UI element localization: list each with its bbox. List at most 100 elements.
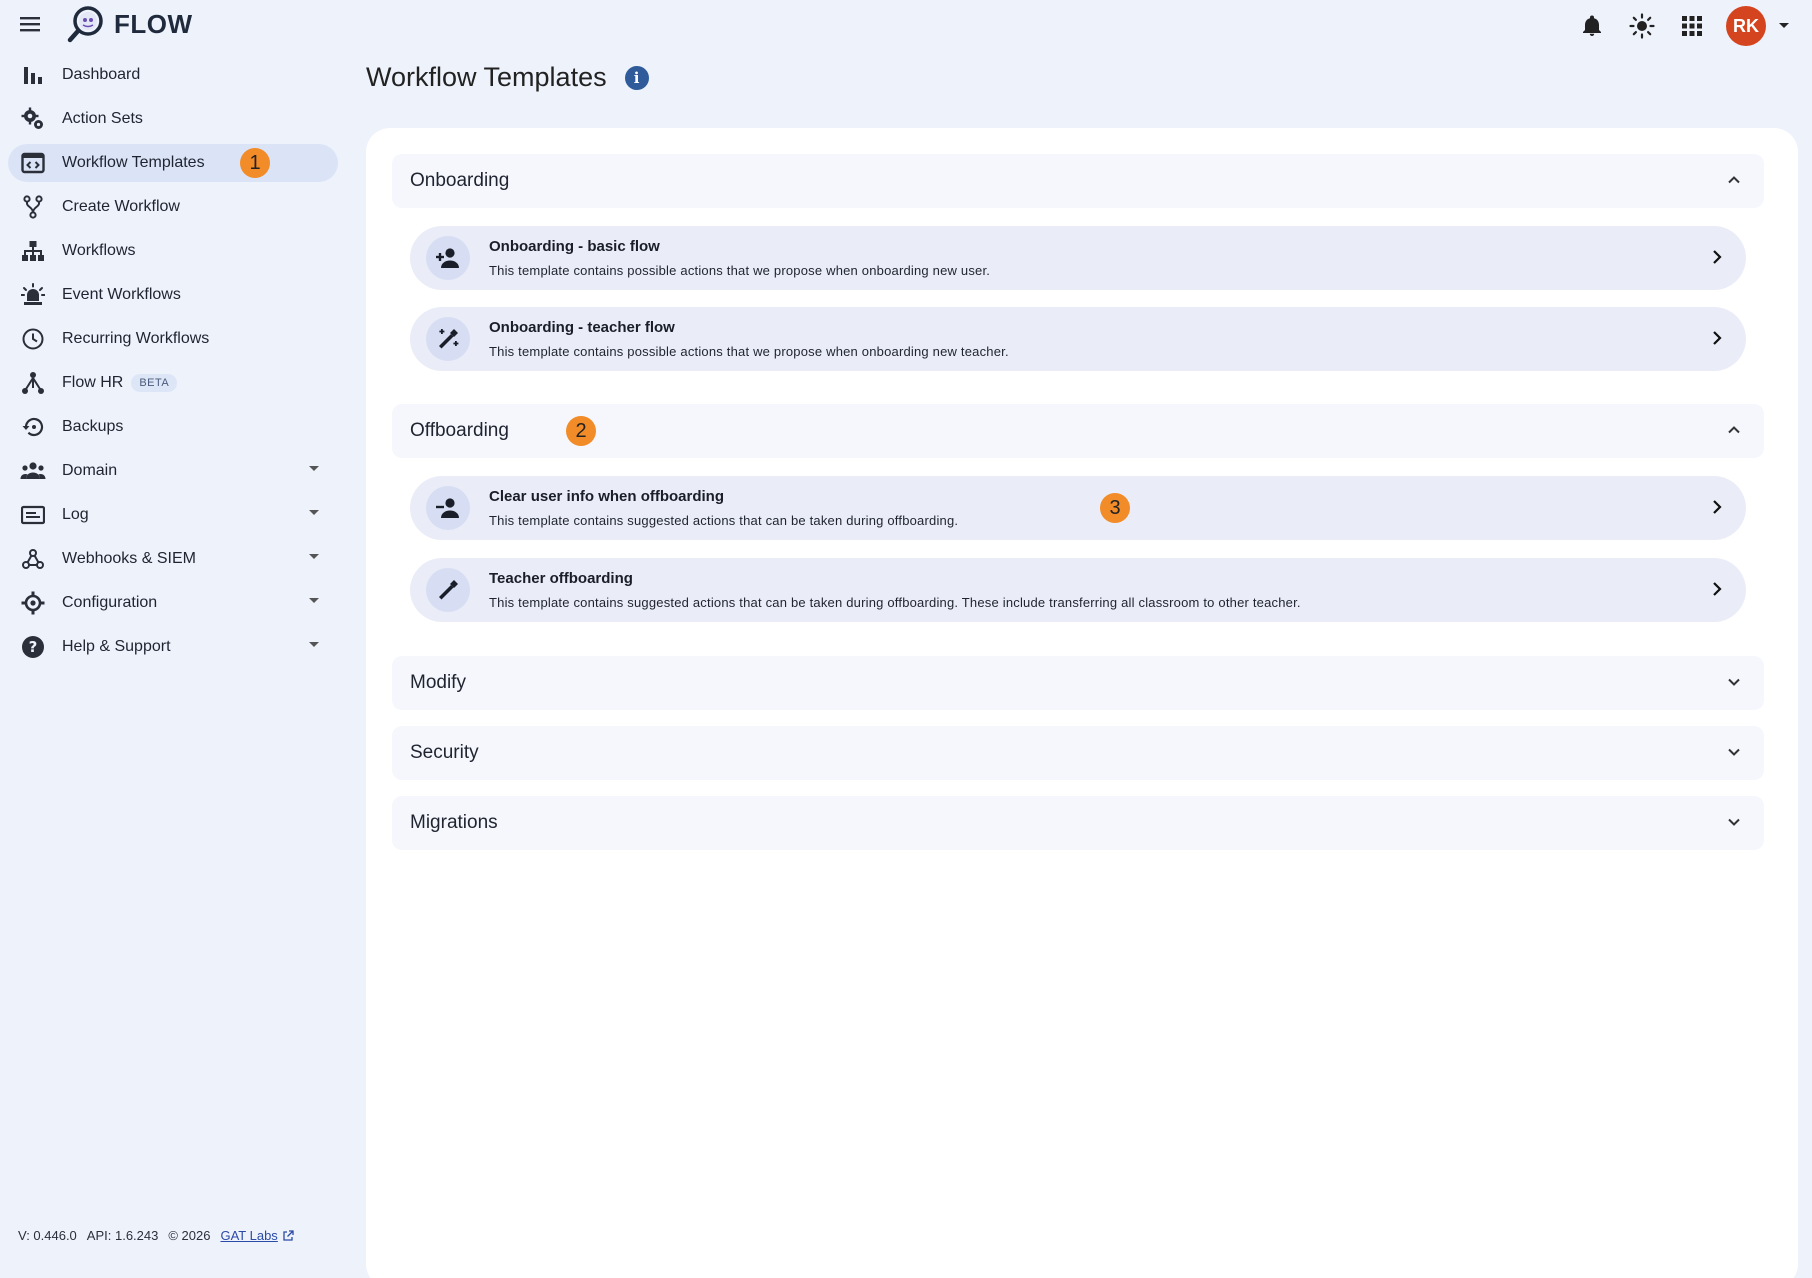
info-icon[interactable]: i — [624, 65, 649, 90]
clock-icon — [20, 326, 46, 352]
flow-logo-icon — [67, 6, 103, 43]
sidebar-item-label: Action Sets — [62, 110, 143, 127]
magic-wand-icon — [426, 317, 470, 361]
section-title: Security — [410, 742, 479, 763]
sidebar-item-workflow-templates[interactable]: Workflow Templates 1 — [8, 144, 338, 182]
section-security: Security — [392, 726, 1764, 780]
section-offboarding: Offboarding 2 Clear user info when offbo… — [392, 404, 1764, 622]
template-description: This template contains possible actions … — [489, 344, 1009, 359]
sidebar-item-label: Flow HR — [62, 374, 124, 391]
section-header-onboarding[interactable]: Onboarding — [392, 154, 1764, 208]
person-add-icon — [426, 236, 470, 280]
log-card-icon — [20, 502, 46, 528]
group-users-icon — [20, 458, 46, 484]
top-bar: FLOW RK — [0, 0, 1812, 48]
sidebar-item-label: Webhooks & SIEM — [62, 550, 196, 567]
section-header-migrations[interactable]: Migrations — [392, 796, 1764, 850]
sidebar-item-label: Event Workflows — [62, 286, 181, 303]
expand-caret-icon — [309, 554, 319, 559]
chevron-right-icon — [1713, 582, 1722, 596]
external-link-icon — [283, 1229, 294, 1241]
section-title: Offboarding — [410, 420, 509, 441]
sidebar-item-label: Backups — [62, 418, 124, 435]
theme-toggle-sun-icon[interactable] — [1626, 10, 1658, 42]
sidebar-item-dashboard[interactable]: Dashboard — [8, 56, 338, 94]
svg-text:?: ? — [29, 638, 38, 656]
sidebar-nav: Dashboard Action Sets Workflow Templates… — [0, 56, 346, 672]
sidebar-item-event-workflows[interactable]: Event Workflows — [8, 276, 338, 314]
section-title: Onboarding — [410, 170, 510, 191]
page-title: Workflow Templates — [366, 62, 607, 92]
step-badge: 2 — [566, 416, 596, 446]
chevron-right-icon — [1713, 250, 1722, 264]
company-link[interactable]: GAT Labs — [220, 1228, 294, 1243]
chevron-down-icon — [1728, 678, 1740, 686]
sidebar-item-label: Workflow Templates — [62, 154, 205, 171]
sidebar-item-domain[interactable]: Domain — [8, 452, 338, 490]
sidebar-item-action-sets[interactable]: Action Sets — [8, 100, 338, 138]
sidebar-item-label: Recurring Workflows — [62, 330, 210, 347]
help-circle-icon: ? — [20, 634, 46, 660]
notifications-bell-icon[interactable] — [1576, 10, 1608, 42]
template-onboarding-basic[interactable]: Onboarding - basic flow This template co… — [410, 226, 1746, 290]
fork-icon — [20, 194, 46, 220]
sidebar-item-label: Create Workflow — [62, 198, 180, 215]
template-description: This template contains possible actions … — [489, 263, 991, 278]
user-avatar[interactable]: RK — [1726, 6, 1766, 46]
sidebar-item-label: Domain — [62, 462, 118, 479]
section-header-security[interactable]: Security — [392, 726, 1764, 780]
bar-chart-icon — [20, 62, 46, 88]
section-title: Modify — [410, 672, 466, 693]
sidebar-item-log[interactable]: Log — [8, 496, 338, 534]
chevron-right-icon — [1713, 500, 1722, 514]
sidebar-item-label: Help & Support — [62, 638, 171, 655]
template-description: This template contains suggested actions… — [489, 595, 1301, 610]
sidebar-item-webhooks-siem[interactable]: Webhooks & SIEM — [8, 540, 338, 578]
company-link-label: GAT Labs — [220, 1228, 278, 1243]
hamburger-menu-icon[interactable] — [18, 12, 46, 36]
sidebar-item-configuration[interactable]: Configuration — [8, 584, 338, 622]
template-teacher-offboarding[interactable]: Teacher offboarding This template contai… — [410, 558, 1746, 622]
api-version-text: API: 1.6.243 — [86, 1228, 159, 1243]
template-code-icon — [20, 150, 46, 176]
copyright-text: © 2026 — [168, 1228, 211, 1243]
version-footer: V: 0.446.0 API: 1.6.243 © 2026 GAT Labs — [18, 1228, 294, 1243]
person-remove-icon — [426, 486, 470, 530]
sidebar-item-create-workflow[interactable]: Create Workflow — [8, 188, 338, 226]
sidebar-item-label: Configuration — [62, 594, 158, 611]
template-clear-user-info[interactable]: Clear user info when offboarding This te… — [410, 476, 1746, 540]
apps-grid-icon[interactable] — [1676, 10, 1708, 42]
app-logo[interactable]: FLOW — [66, 4, 193, 44]
step-badge: 3 — [1100, 493, 1130, 523]
sidebar-item-label: Dashboard — [62, 66, 141, 83]
section-modify: Modify — [392, 656, 1764, 710]
sidebar-item-workflows[interactable]: Workflows — [8, 232, 338, 270]
account-menu-caret-icon[interactable] — [1776, 18, 1792, 34]
chevron-down-icon — [1728, 748, 1740, 756]
sidebar-item-help-support[interactable]: ? Help & Support — [8, 628, 338, 666]
webhook-icon — [20, 546, 46, 572]
app-name: FLOW — [114, 8, 193, 39]
template-description: This template contains suggested actions… — [489, 513, 959, 528]
templates-panel: Onboarding Onboarding - basic flow This … — [366, 128, 1798, 1278]
wand-icon — [426, 568, 470, 612]
chevron-up-icon — [1728, 426, 1740, 434]
template-onboarding-teacher[interactable]: Onboarding - teacher flow This template … — [410, 307, 1746, 371]
people-network-icon — [20, 370, 46, 396]
chevron-right-icon — [1713, 331, 1722, 345]
gear-icon — [20, 590, 46, 616]
top-actions: RK — [1576, 6, 1792, 46]
step-badge: 1 — [240, 148, 270, 178]
restore-icon — [20, 414, 46, 440]
sidebar-item-recurring-workflows[interactable]: Recurring Workflows — [8, 320, 338, 358]
sidebar-item-backups[interactable]: Backups — [8, 408, 338, 446]
expand-caret-icon — [309, 510, 319, 515]
section-header-offboarding[interactable]: Offboarding 2 — [392, 404, 1764, 458]
sidebar-item-flow-hr[interactable]: Flow HR BETA — [8, 364, 338, 402]
page-header: Workflow Templates i — [366, 62, 649, 93]
sidebar-item-label: Workflows — [62, 242, 136, 259]
section-header-modify[interactable]: Modify — [392, 656, 1764, 710]
beta-tag: BETA — [131, 374, 178, 392]
section-title: Migrations — [410, 812, 498, 833]
version-text: V: 0.446.0 — [18, 1228, 77, 1243]
